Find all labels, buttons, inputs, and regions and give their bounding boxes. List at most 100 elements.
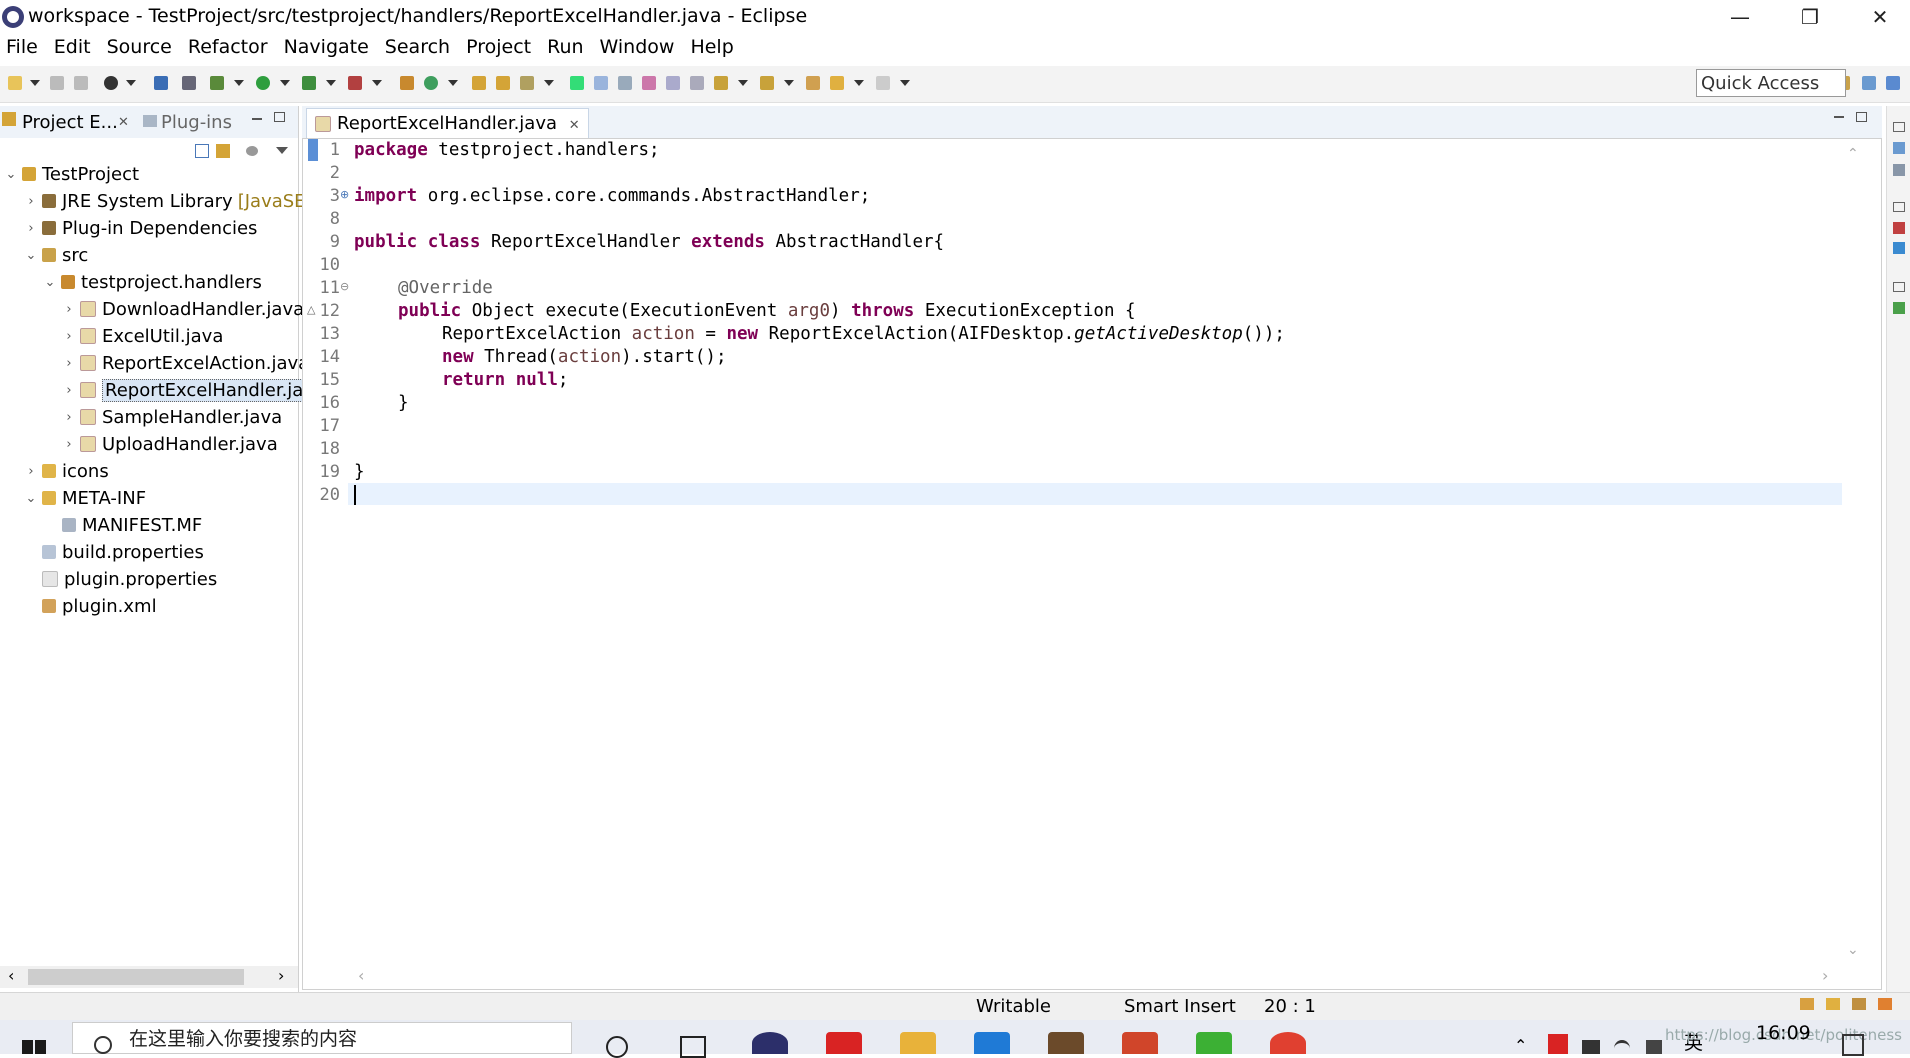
external-tools-dropdown-icon[interactable] xyxy=(372,80,382,86)
new-icon[interactable] xyxy=(8,76,22,90)
chevron-down-icon[interactable]: ⌄ xyxy=(24,248,38,263)
tab-close-icon[interactable]: ✕ xyxy=(118,115,129,130)
battery-icon[interactable] xyxy=(1582,1040,1600,1054)
editor-tab-close-icon[interactable]: ✕ xyxy=(569,118,580,133)
powerpoint-taskbar-icon[interactable] xyxy=(1122,1032,1158,1054)
previous-annotation-dropdown-icon[interactable] xyxy=(784,80,794,86)
menu-file[interactable]: File xyxy=(0,34,48,62)
debug-perspective-icon[interactable] xyxy=(104,76,118,90)
coverage-dropdown-icon[interactable] xyxy=(326,80,336,86)
status-tray-icon-3[interactable] xyxy=(1852,998,1866,1010)
save-icon[interactable] xyxy=(50,76,64,90)
coverage-icon[interactable] xyxy=(302,76,316,90)
chevron-right-icon[interactable]: › xyxy=(24,221,38,236)
debug-icon[interactable] xyxy=(210,76,224,90)
menu-refactor[interactable]: Refactor xyxy=(182,34,278,62)
minimize-editor-icon[interactable] xyxy=(1834,116,1844,118)
status-tray-icon-4[interactable] xyxy=(1878,998,1892,1010)
tree-item-uploadhandler[interactable]: › UploadHandler.java xyxy=(62,431,277,457)
chevron-right-icon[interactable]: › xyxy=(62,356,76,371)
tray-app-icon[interactable] xyxy=(1548,1034,1568,1054)
restore-icon-2[interactable] xyxy=(1893,202,1905,212)
wechat-taskbar-icon[interactable] xyxy=(1196,1032,1232,1054)
tree-item-plugin-dependencies[interactable]: › Plug-in Dependencies xyxy=(24,215,257,241)
last-edit-location-icon[interactable] xyxy=(806,76,820,90)
volume-icon[interactable] xyxy=(1646,1040,1662,1054)
chevron-right-icon[interactable]: › xyxy=(24,464,38,479)
collapse-all-icon[interactable] xyxy=(195,144,209,158)
tree-item-jre-library[interactable]: › JRE System Library [JavaSE- xyxy=(24,188,312,214)
back-icon[interactable] xyxy=(830,76,844,90)
menu-navigate[interactable]: Navigate xyxy=(278,34,379,62)
quick-access-input[interactable]: Quick Access xyxy=(1696,69,1846,97)
editor-scroll-right-icon[interactable]: › xyxy=(1822,966,1828,985)
terminal-icon[interactable] xyxy=(154,76,168,90)
debug-dropdown-icon[interactable] xyxy=(234,80,244,86)
restore-icon[interactable] xyxy=(1893,122,1905,132)
tree-item-samplehandler[interactable]: › SampleHandler.java xyxy=(62,404,282,430)
new-package-icon[interactable] xyxy=(400,76,414,90)
menu-run[interactable]: Run xyxy=(541,34,593,62)
tree-item-icons[interactable]: › icons xyxy=(24,458,108,484)
editor-scroll-left-icon[interactable]: ‹ xyxy=(358,966,364,985)
menu-edit[interactable]: Edit xyxy=(48,34,101,62)
tree-item-plugin-properties[interactable]: plugin.properties xyxy=(42,566,217,592)
windows-start-icon[interactable] xyxy=(22,1036,46,1054)
status-tray-icon[interactable] xyxy=(1800,998,1814,1010)
chevron-right-icon[interactable]: › xyxy=(62,437,76,452)
tray-chevron-up-icon[interactable]: ⌃ xyxy=(1514,1036,1527,1055)
tree-item-meta-inf[interactable]: ⌄ META-INF xyxy=(24,485,147,511)
maximize-editor-icon[interactable] xyxy=(1856,112,1867,122)
scroll-down-icon[interactable]: ⌄ xyxy=(1847,942,1859,958)
tab-project-explorer[interactable]: Project E... xyxy=(22,112,118,133)
dropdown-icon[interactable] xyxy=(126,80,136,86)
restore-icon-3[interactable] xyxy=(1893,282,1905,292)
menu-search[interactable]: Search xyxy=(379,34,460,62)
menu-source[interactable]: Source xyxy=(101,34,182,62)
scroll-right-icon[interactable]: › xyxy=(278,966,284,985)
show-whitespace-icon[interactable] xyxy=(666,76,680,90)
new-class-icon[interactable] xyxy=(424,76,438,90)
youdao-taskbar-icon[interactable] xyxy=(826,1032,862,1054)
menu-window[interactable]: Window xyxy=(594,34,685,62)
forward-dropdown-icon[interactable] xyxy=(900,80,910,86)
word-wrap-icon[interactable] xyxy=(642,76,656,90)
close-button[interactable]: ✕ xyxy=(1850,0,1910,34)
scrollbar-thumb[interactable] xyxy=(28,969,244,985)
eclipse-taskbar-icon[interactable] xyxy=(752,1032,788,1054)
next-annotation-icon[interactable] xyxy=(714,76,728,90)
run-dropdown-icon[interactable] xyxy=(280,80,290,86)
link-with-editor-icon[interactable] xyxy=(216,144,230,158)
chevron-right-icon[interactable]: › xyxy=(24,194,38,209)
new-dropdown-icon[interactable] xyxy=(30,80,40,86)
minimize-view-icon[interactable] xyxy=(252,118,262,120)
tree-item-reportexcelaction[interactable]: › ReportExcelAction.java xyxy=(62,350,309,376)
code-editor[interactable] xyxy=(302,138,1882,990)
search-dropdown-icon[interactable] xyxy=(544,80,554,86)
tree-item-testproject[interactable]: ⌄ TestProject xyxy=(4,161,139,187)
tree-item-package[interactable]: ⌄ testproject.handlers xyxy=(43,269,262,295)
new-class-dropdown-icon[interactable] xyxy=(448,80,458,86)
chrome-taskbar-icon[interactable] xyxy=(1270,1032,1306,1054)
cortana-icon[interactable] xyxy=(606,1036,628,1058)
status-tray-icon-2[interactable] xyxy=(1826,998,1840,1010)
save-all-icon[interactable] xyxy=(74,76,88,90)
search-tool-icon[interactable] xyxy=(520,76,534,90)
tab-plugins[interactable]: Plug-ins xyxy=(161,112,232,133)
view-menu-icon[interactable] xyxy=(276,147,288,154)
wifi-icon[interactable] xyxy=(1614,1040,1630,1057)
app-taskbar-icon[interactable] xyxy=(1048,1032,1084,1054)
java-perspective-icon[interactable] xyxy=(1886,76,1900,90)
tree-item-reportexcelhandler[interactable]: › ReportExcelHandler.jav xyxy=(62,377,317,403)
chevron-down-icon[interactable]: ⌄ xyxy=(24,491,38,506)
plugin-perspective-icon[interactable] xyxy=(1862,76,1876,90)
chevron-right-icon[interactable]: › xyxy=(62,410,76,425)
skip-breakpoints-icon[interactable] xyxy=(182,76,196,90)
tree-item-manifest[interactable]: MANIFEST.MF xyxy=(62,512,202,538)
menu-project[interactable]: Project xyxy=(460,34,541,62)
filter-icon[interactable] xyxy=(246,146,258,156)
minimize-button[interactable]: — xyxy=(1710,0,1770,34)
tree-item-excelutil[interactable]: › ExcelUtil.java xyxy=(62,323,223,349)
outline-icon[interactable] xyxy=(1893,142,1905,154)
task-view-icon[interactable] xyxy=(680,1036,706,1058)
